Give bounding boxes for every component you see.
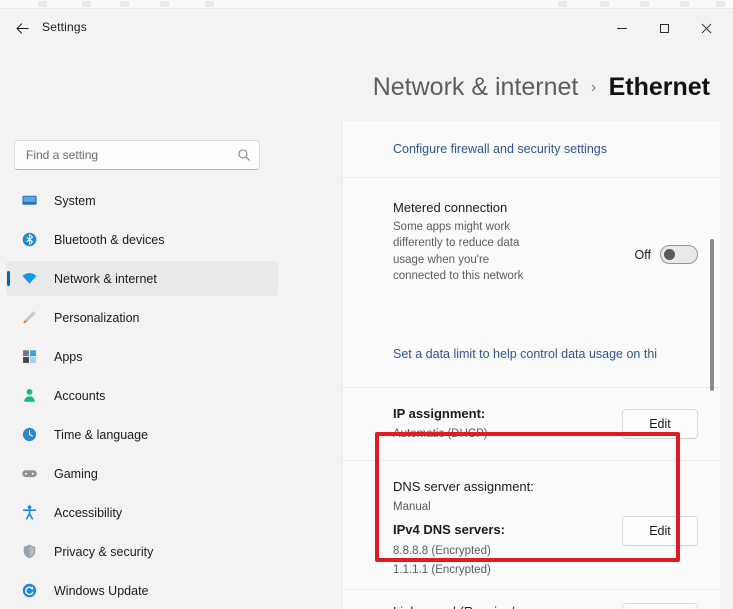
- sidebar-item-personalization[interactable]: Personalization: [6, 300, 278, 335]
- ip-assignment-edit-button[interactable]: Edit: [622, 409, 698, 439]
- background-window-sliver: [0, 0, 733, 9]
- shield-icon: [20, 543, 38, 561]
- dns-server-value: 1.1.1.1 (Encrypted): [393, 562, 670, 578]
- sidebar-item-label: Personalization: [54, 311, 139, 325]
- search-box[interactable]: [14, 140, 260, 170]
- search-container: [14, 140, 260, 170]
- bluetooth-icon: [20, 231, 38, 249]
- dns-assignment-label: DNS server assignment:: [393, 479, 670, 494]
- data-limit-row: Set a data limit to help control data us…: [343, 343, 720, 365]
- sidebar-item-label: System: [54, 194, 96, 208]
- window-controls: [601, 9, 727, 47]
- sidebar-item-label: Apps: [54, 350, 83, 364]
- ip-assignment-row: IP assignment: Automatic (DHCP) Edit: [343, 388, 720, 460]
- wifi-icon: [20, 270, 38, 288]
- settings-window: Settings: [0, 0, 733, 609]
- monitor-icon: [20, 192, 38, 210]
- metered-connection-row: Metered connection Some apps might work …: [343, 178, 720, 343]
- search-input[interactable]: [26, 148, 237, 162]
- close-icon: [701, 23, 712, 34]
- link-speed-copy-button[interactable]: Copy: [622, 603, 698, 609]
- breadcrumb: Network & internet › Ethernet: [290, 73, 710, 102]
- sidebar-item-system[interactable]: System: [6, 183, 278, 218]
- vertical-scrollbar[interactable]: [710, 121, 714, 609]
- metered-connection-title: Metered connection: [393, 200, 525, 215]
- sidebar-item-bluetooth-devices[interactable]: Bluetooth & devices: [6, 222, 278, 257]
- chevron-right-icon: ›: [591, 79, 596, 96]
- sidebar-item-accounts[interactable]: Accounts: [6, 378, 278, 413]
- search-icon: [237, 148, 251, 162]
- scrollbar-thumb[interactable]: [710, 239, 714, 391]
- paintbrush-icon: [20, 309, 38, 327]
- firewall-row: Configure firewall and security settings: [343, 121, 720, 177]
- accessibility-icon: [20, 504, 38, 522]
- title-bar: Settings: [0, 9, 733, 47]
- back-arrow-icon[interactable]: [8, 15, 36, 41]
- sidebar-item-label: Windows Update: [54, 584, 149, 598]
- sidebar-item-label: Accessibility: [54, 506, 122, 520]
- sidebar-nav: System Bluetooth & devices Network: [6, 183, 278, 609]
- sidebar-item-time-language[interactable]: Time & language: [6, 417, 278, 452]
- toggle-knob: [664, 249, 675, 260]
- sidebar-item-network-internet[interactable]: Network & internet: [6, 261, 278, 296]
- maximize-icon: [660, 24, 669, 33]
- breadcrumb-parent[interactable]: Network & internet: [373, 73, 579, 101]
- person-icon: [20, 387, 38, 405]
- apps-icon: [20, 348, 38, 366]
- set-data-limit-link[interactable]: Set a data limit to help control data us…: [393, 347, 657, 361]
- page-title: Ethernet: [609, 73, 710, 101]
- sidebar-item-gaming[interactable]: Gaming: [6, 456, 278, 491]
- sidebar-item-accessibility[interactable]: Accessibility: [6, 495, 278, 530]
- sidebar-item-label: Network & internet: [54, 272, 157, 286]
- settings-card: Configure firewall and security settings…: [342, 121, 720, 609]
- sidebar-item-label: Gaming: [54, 467, 98, 481]
- minimize-icon: [617, 28, 627, 29]
- ip-assignment-label: IP assignment:: [393, 406, 488, 421]
- gamepad-icon: [20, 465, 38, 483]
- update-icon: [20, 582, 38, 600]
- metered-connection-toggle-group[interactable]: Off: [635, 245, 698, 264]
- dns-assignment-value: Manual: [393, 499, 670, 515]
- configure-firewall-link[interactable]: Configure firewall and security settings: [393, 142, 607, 156]
- sidebar: System Bluetooth & devices Network: [0, 47, 290, 609]
- ip-assignment-value: Automatic (DHCP): [393, 426, 488, 442]
- sidebar-item-label: Privacy & security: [54, 545, 153, 559]
- back-arrow-glyph: [15, 21, 30, 36]
- clock-icon: [20, 426, 38, 444]
- toggle-state-label: Off: [635, 248, 651, 262]
- sidebar-item-windows-update[interactable]: Windows Update: [6, 573, 278, 608]
- close-button[interactable]: [685, 12, 727, 44]
- dns-assignment-row: DNS server assignment: Manual IPv4 DNS s…: [343, 461, 720, 589]
- app-title: Settings: [42, 20, 87, 34]
- dns-assignment-edit-button[interactable]: Edit: [622, 516, 698, 546]
- sidebar-item-label: Accounts: [54, 389, 105, 403]
- metered-connection-description: Some apps might work differently to redu…: [393, 219, 525, 285]
- maximize-button[interactable]: [643, 12, 685, 44]
- link-speed-row: Link speed (Receive/ Transmit): Copy: [343, 590, 720, 609]
- sidebar-item-privacy-security[interactable]: Privacy & security: [6, 534, 278, 569]
- minimize-button[interactable]: [601, 12, 643, 44]
- sidebar-item-label: Bluetooth & devices: [54, 233, 165, 247]
- main-content: Network & internet › Ethernet Configure …: [290, 47, 733, 609]
- sidebar-item-apps[interactable]: Apps: [6, 339, 278, 374]
- sidebar-item-label: Time & language: [54, 428, 148, 442]
- metered-connection-toggle[interactable]: [660, 245, 698, 264]
